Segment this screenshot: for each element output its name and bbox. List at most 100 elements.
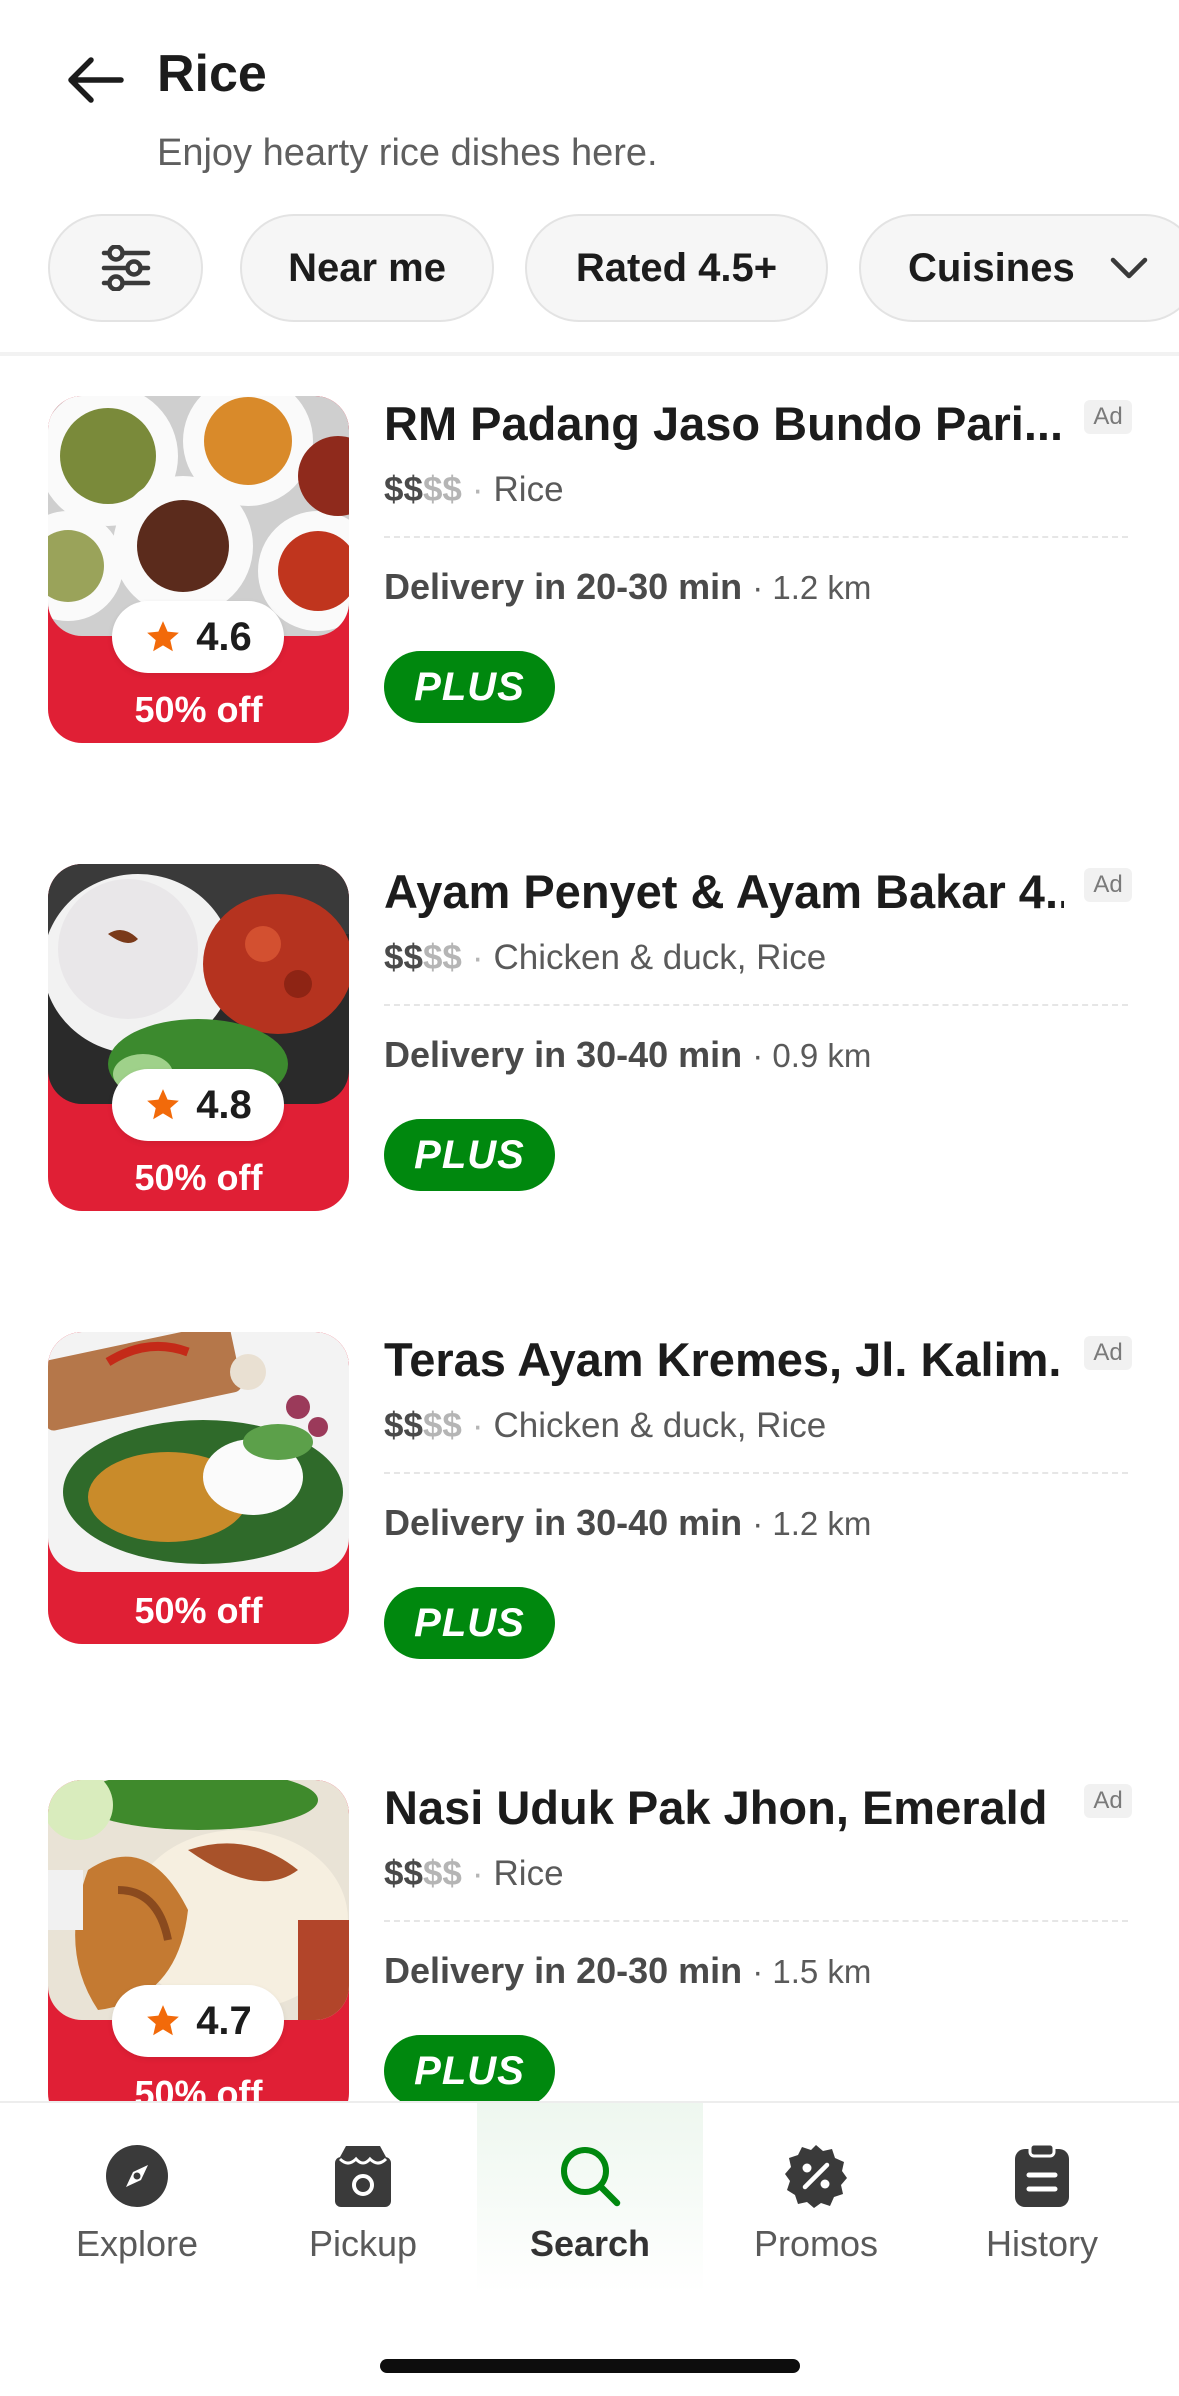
restaurant-thumbnail[interactable]: 4.7 50% off <box>48 1780 349 2101</box>
near-me-chip[interactable]: Near me <box>240 214 494 322</box>
delivery-time: Delivery in 30-40 min <box>384 1502 743 1543</box>
restaurant-categories: Chicken & duck, Rice <box>493 938 827 977</box>
compass-icon <box>106 2145 168 2207</box>
nav-history[interactable]: History <box>929 2103 1155 2293</box>
star-icon <box>147 2005 180 2036</box>
filter-settings-button[interactable] <box>48 214 203 322</box>
price-level-muted: $$ <box>422 470 462 509</box>
restaurant-name[interactable]: Teras Ayam Kremes, Jl. Kalim... <box>384 1332 1064 1387</box>
nav-pickup-label: Pickup <box>308 2223 418 2264</box>
arrow-left-icon <box>68 57 124 103</box>
food-photo <box>48 396 349 636</box>
price-level-muted: $$ <box>422 1854 462 1893</box>
food-photo <box>48 864 349 1104</box>
delivery-time: Delivery in 30-40 min <box>384 1034 743 1075</box>
discount-label: 50% off <box>134 1157 263 1198</box>
rating-badge: 4.6 <box>112 601 284 673</box>
dashed-divider <box>384 536 1128 538</box>
restaurant-name[interactable]: Nasi Uduk Pak Jhon, Emerald <box>384 1780 1064 1835</box>
rating-badge: 4.7 <box>112 1985 284 2057</box>
distance: 1.2 km <box>772 1505 872 1542</box>
page-subtitle: Enjoy hearty rice dishes here. <box>157 132 658 174</box>
nav-search-label: Search <box>529 2223 651 2264</box>
price-level: $$ <box>384 1406 423 1445</box>
discount-label: 50% off <box>134 689 263 730</box>
bottom-nav: Explore Pickup Search Promos History <box>0 2101 1179 2396</box>
promo-tag-icon <box>785 2145 847 2208</box>
restaurant-categories: Chicken & duck, Rice <box>493 1406 827 1445</box>
discount-label: 50% off <box>134 2073 263 2101</box>
header: Rice Enjoy hearty rice dishes here. Near… <box>0 0 1179 355</box>
filter-chips: Near me Rated 4.5+ Cuisines <box>0 214 1179 324</box>
nav-search[interactable]: Search <box>477 2103 703 2293</box>
restaurant-thumbnail[interactable]: 4.6 50% off <box>48 396 349 743</box>
page-title: Rice <box>157 45 267 103</box>
food-photo <box>48 1332 349 1572</box>
delivery-time: Delivery in 20-30 min <box>384 566 743 607</box>
clipboard-icon <box>1015 2143 1069 2207</box>
price-level: $$ <box>384 1854 423 1893</box>
restaurant-categories: Rice <box>493 1854 564 1893</box>
delivery-info: Delivery in 30-40 min · 0.9 km <box>384 1034 872 1075</box>
ad-badge: Ad <box>1084 868 1132 902</box>
nav-explore[interactable]: Explore <box>24 2103 250 2293</box>
star-icon <box>147 1089 180 1120</box>
price-level-muted: $$ <box>422 1406 462 1445</box>
restaurant-meta: $$$$ · Chicken & duck, Rice <box>384 938 827 977</box>
restaurant-thumbnail[interactable]: 4.8 50% off <box>48 864 349 1211</box>
restaurant-card[interactable]: 4.8 50% off Ayam Penyet & Ayam Bakar 4..… <box>0 864 1179 1284</box>
restaurant-list[interactable]: 4.6 50% off RM Padang Jaso Bundo Pari...… <box>0 356 1179 2101</box>
restaurant-card[interactable]: 4.7 50% off Nasi Uduk Pak Jhon, Emerald … <box>0 1780 1179 2101</box>
restaurant-name[interactable]: RM Padang Jaso Bundo Pari... <box>384 396 1064 451</box>
plus-badge: PLUS <box>384 651 555 723</box>
delivery-info: Delivery in 20-30 min · 1.2 km <box>384 566 872 607</box>
star-icon <box>147 621 180 652</box>
restaurant-meta: $$$$ · Rice <box>384 1854 564 1893</box>
dashed-divider <box>384 1004 1128 1006</box>
dashed-divider <box>384 1920 1128 1922</box>
rating-value: 4.6 <box>196 614 252 659</box>
plus-badge: PLUS <box>384 1119 555 1191</box>
nav-pickup[interactable]: Pickup <box>250 2103 476 2293</box>
delivery-time: Delivery in 20-30 min <box>384 1950 743 1991</box>
rating-value: 4.8 <box>196 1082 252 1127</box>
restaurant-thumbnail[interactable]: 50% off <box>48 1332 349 1644</box>
ad-badge: Ad <box>1084 400 1132 434</box>
price-level: $$ <box>384 470 423 509</box>
price-level-muted: $$ <box>422 938 462 977</box>
rating-badge: 4.8 <box>112 1069 284 1141</box>
nav-explore-label: Explore <box>75 2223 199 2264</box>
delivery-info: Delivery in 20-30 min · 1.5 km <box>384 1950 872 1991</box>
restaurant-meta: $$$$ · Chicken & duck, Rice <box>384 1406 827 1445</box>
pickup-bag-icon <box>335 2146 391 2207</box>
rated-chip[interactable]: Rated 4.5+ <box>525 214 828 322</box>
search-icon <box>561 2147 621 2207</box>
ad-badge: Ad <box>1084 1336 1132 1370</box>
delivery-info: Delivery in 30-40 min · 1.2 km <box>384 1502 872 1543</box>
distance: 1.2 km <box>772 569 872 606</box>
cuisines-label: Cuisines <box>908 245 1075 290</box>
home-indicator[interactable] <box>380 2359 800 2373</box>
back-button[interactable] <box>55 40 135 120</box>
restaurant-categories: Rice <box>493 470 564 509</box>
distance: 0.9 km <box>772 1037 872 1074</box>
price-level: $$ <box>384 938 423 977</box>
rating-value: 4.7 <box>196 1998 252 2043</box>
distance: 1.5 km <box>772 1953 872 1990</box>
restaurant-name[interactable]: Ayam Penyet & Ayam Bakar 4... <box>384 864 1064 919</box>
restaurant-card[interactable]: 4.6 50% off RM Padang Jaso Bundo Pari...… <box>0 396 1179 816</box>
restaurant-meta: $$$$ · Rice <box>384 470 564 509</box>
food-photo <box>48 1780 349 2020</box>
nav-history-label: History <box>985 2223 1098 2264</box>
plus-badge: PLUS <box>384 1587 555 1659</box>
restaurant-card[interactable]: 50% off Teras Ayam Kremes, Jl. Kalim... … <box>0 1332 1179 1752</box>
cuisines-dropdown[interactable]: Cuisines <box>859 214 1179 322</box>
discount-label: 50% off <box>134 1590 263 1631</box>
sliders-icon <box>101 245 150 291</box>
chevron-down-icon <box>1110 257 1147 279</box>
nav-promos[interactable]: Promos <box>703 2103 929 2293</box>
ad-badge: Ad <box>1084 1784 1132 1818</box>
nav-promos-label: Promos <box>753 2223 879 2264</box>
plus-badge: PLUS <box>384 2035 555 2101</box>
dashed-divider <box>384 1472 1128 1474</box>
